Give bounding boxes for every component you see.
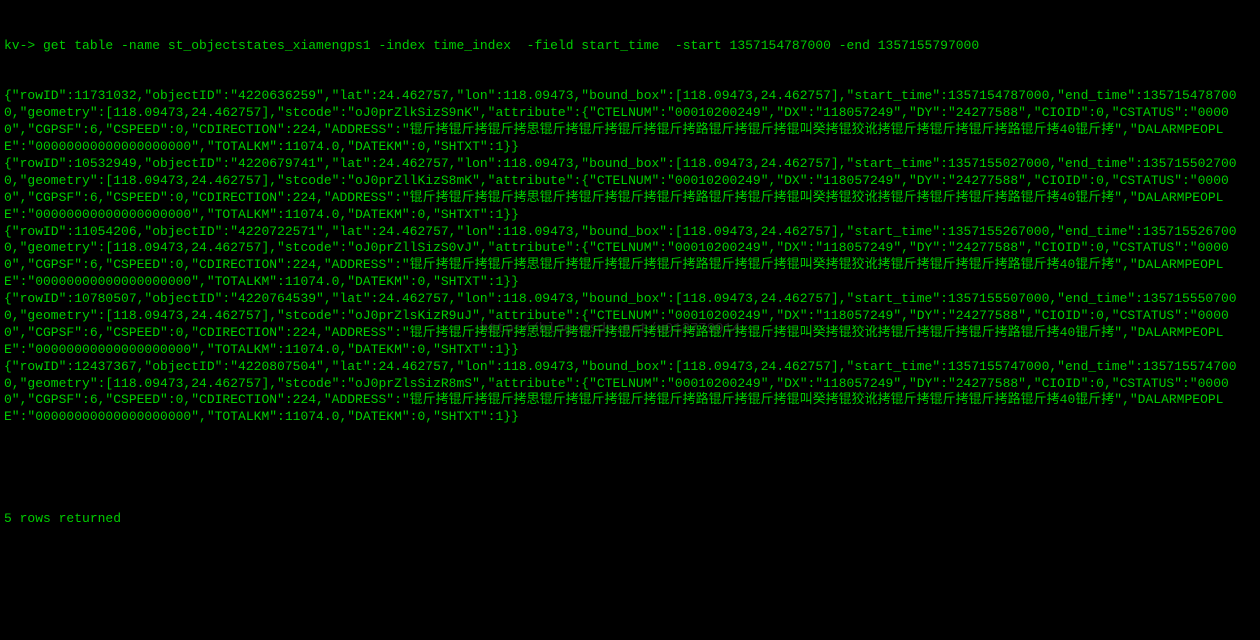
json-row: {"rowID":10532949,"objectID":"4220679741…	[4, 156, 1256, 224]
result-status: 5 rows returned	[4, 511, 1256, 528]
terminal-output: kv-> get table -name st_objectstates_xia…	[4, 4, 1256, 545]
json-row: {"rowID":11731032,"objectID":"4220636259…	[4, 88, 1256, 156]
json-row: {"rowID":10780507,"objectID":"4220764539…	[4, 291, 1256, 359]
json-row: {"rowID":12437367,"objectID":"4220807504…	[4, 359, 1256, 427]
blank-line	[4, 460, 1256, 477]
command-prompt: kv-> get table -name st_objectstates_xia…	[4, 38, 1256, 55]
json-row: {"rowID":11054206,"objectID":"4220722571…	[4, 224, 1256, 292]
output-rows: {"rowID":11731032,"objectID":"4220636259…	[4, 88, 1256, 426]
